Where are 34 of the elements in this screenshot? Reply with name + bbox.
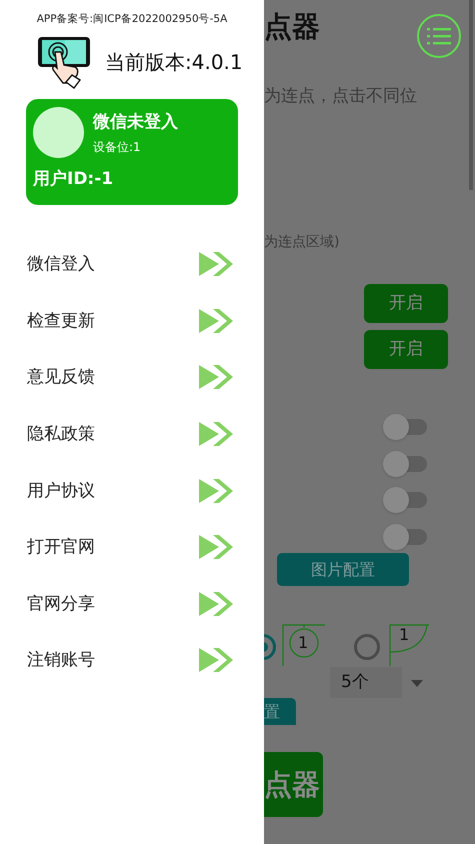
double-arrow-icon bbox=[199, 535, 233, 560]
version-label: 当前版本:4.0.1 bbox=[105, 49, 243, 75]
menu-item[interactable]: 检查更新 bbox=[0, 292, 264, 350]
menu-item[interactable]: 用户协议 bbox=[0, 462, 264, 519]
login-status: 微信未登入 bbox=[93, 111, 178, 134]
double-arrow-icon bbox=[199, 365, 233, 390]
user-id: 用户ID:-1 bbox=[33, 168, 114, 191]
double-arrow-icon bbox=[199, 422, 233, 446]
count-dropdown[interactable]: 5个 bbox=[330, 667, 402, 698]
double-arrow-icon bbox=[199, 308, 233, 333]
double-arrow-icon bbox=[199, 252, 233, 276]
menu-item[interactable]: 官网分享 bbox=[0, 576, 264, 632]
menu-item[interactable]: 隐私政策 bbox=[0, 406, 264, 462]
description-text: 为连点，点击不同位 bbox=[264, 85, 417, 108]
avatar bbox=[33, 107, 84, 158]
device-slot: 设备位:1 bbox=[93, 138, 178, 156]
toggle-switch[interactable] bbox=[383, 487, 429, 514]
menu-icon bbox=[427, 27, 451, 45]
record-number: APP备案号:闽ICP备2022002950号-5A bbox=[36, 12, 228, 26]
toggle-switch[interactable] bbox=[383, 414, 429, 440]
double-arrow-icon bbox=[199, 478, 233, 503]
menu-item[interactable]: 注销账号 bbox=[0, 632, 264, 689]
double-arrow-icon bbox=[199, 592, 233, 616]
hint-text: 为连点区域) bbox=[264, 233, 340, 252]
toggle-switch[interactable] bbox=[383, 524, 429, 550]
menu-item[interactable]: 打开官网 bbox=[0, 518, 264, 576]
toggle-switch[interactable] bbox=[383, 450, 429, 477]
dropdown-caret-icon bbox=[411, 680, 423, 687]
menu-item[interactable]: 微信登入 bbox=[0, 236, 264, 293]
page-title: 点器 bbox=[264, 9, 320, 45]
menu-item[interactable]: 意见反馈 bbox=[0, 349, 264, 406]
double-arrow-icon bbox=[199, 648, 233, 672]
radio-button[interactable] bbox=[354, 634, 380, 660]
menu-button[interactable] bbox=[417, 14, 461, 58]
